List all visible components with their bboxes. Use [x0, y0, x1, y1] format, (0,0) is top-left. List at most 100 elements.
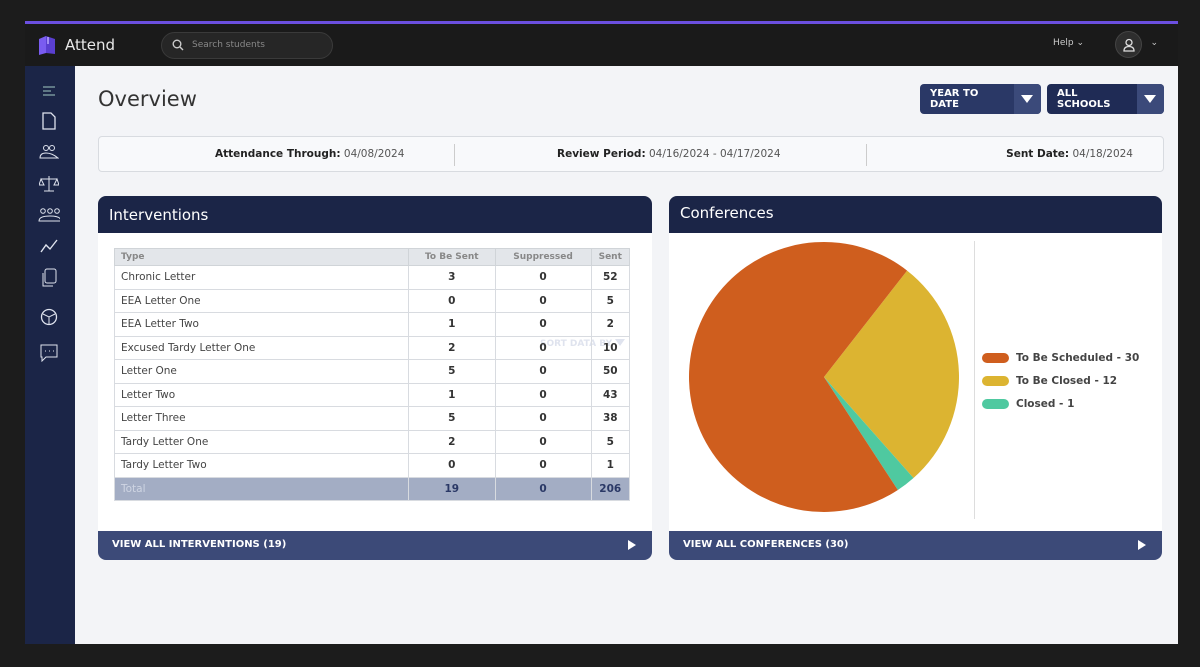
table-cell: 0 [494, 312, 592, 337]
caret-down-icon [1136, 84, 1164, 114]
table-cell: 0 [408, 453, 496, 478]
sent-date: Sent Date: 04/18/2024 [1006, 148, 1133, 160]
chart-legend: To Be Scheduled - 30 To Be Closed - 12 Clo… [982, 346, 1139, 415]
table-cell: 38 [590, 406, 630, 431]
copy-icon[interactable] [38, 267, 60, 289]
table-row: Letter Three 5 0 38 [114, 406, 630, 431]
table-cell: Tardy Letter Two [114, 453, 409, 478]
search-icon [172, 39, 184, 51]
table-cell: 1 [590, 453, 630, 478]
info-bar: Attendance Through: 04/08/2024 Review Pe… [98, 136, 1164, 172]
legend-swatch [982, 375, 1009, 386]
document-icon[interactable] [38, 110, 60, 132]
table-row: EEA Letter One 0 0 5 [114, 288, 630, 313]
conferences-pie-chart [689, 242, 959, 512]
user-icon [1122, 38, 1135, 52]
total-cell: 19 [408, 476, 496, 501]
interventions-header: Interventions SORT DATA BY [98, 196, 652, 349]
chat-icon[interactable] [38, 342, 60, 364]
table-row: Letter Two 1 0 43 [114, 382, 630, 407]
panel-title: Conferences [680, 204, 774, 222]
table-cell: 1 [408, 382, 496, 407]
table-cell: 10 [590, 335, 630, 360]
table-cell: Chronic Letter [114, 265, 409, 290]
help-menu[interactable]: Help ⌄ [1053, 38, 1084, 48]
table-cell: 43 [590, 382, 630, 407]
table-cell: 2 [408, 335, 496, 360]
table-cell: 0 [494, 406, 592, 431]
group-icon[interactable] [38, 204, 60, 226]
table-row: Tardy Letter Two 0 0 1 [114, 453, 630, 478]
chart-line-icon[interactable] [38, 235, 60, 257]
app-name: Attend [65, 36, 116, 54]
table-row: Excused Tardy Letter One 2 0 10 [114, 335, 630, 360]
table-row: Chronic Letter 3 0 52 [114, 265, 630, 290]
sidebar [25, 66, 75, 644]
table-cell: 2 [590, 312, 630, 337]
table-row: Tardy Letter One 2 0 5 [114, 429, 630, 454]
total-cell: Total [114, 476, 409, 501]
table-cell: Excused Tardy Letter One [114, 335, 409, 360]
help-label: Help [1053, 38, 1074, 48]
app-window: Attend Search students Help ⌄ ⌄ Overview… [25, 21, 1178, 644]
table-row: EEA Letter Two 1 0 2 [114, 312, 630, 337]
table-cell: 0 [494, 382, 592, 407]
view-all-interventions-button[interactable]: VIEW ALL INTERVENTIONS (19) [98, 531, 652, 560]
table-cell: Tardy Letter One [114, 429, 409, 454]
interventions-table: Type To Be Sent Suppressed Sent Chronic Let… [114, 248, 630, 501]
conferences-header: Conferences [669, 196, 1162, 233]
table-cell: 0 [494, 335, 592, 360]
table-cell: 2 [408, 429, 496, 454]
table-cell: 5 [408, 359, 496, 384]
table-cell: 0 [494, 265, 592, 290]
search-input[interactable]: Search students [161, 31, 334, 59]
school-label: ALL SCHOOLS [1057, 88, 1111, 110]
period-dropdown[interactable]: YEAR TO DATE [920, 84, 1041, 114]
table-cell: 0 [408, 288, 496, 313]
table-cell: Letter Three [114, 406, 409, 431]
scale-icon[interactable] [38, 173, 60, 195]
legend-swatch [982, 398, 1009, 409]
legend-item[interactable]: To Be Scheduled - 30 [982, 346, 1139, 369]
attendance-through: Attendance Through: 04/08/2024 [215, 148, 405, 160]
chevron-down-icon[interactable]: ⌄ [1150, 38, 1158, 48]
view-all-conferences-button[interactable]: VIEW ALL CONFERENCES (30) [669, 531, 1162, 560]
table-cell: 0 [494, 453, 592, 478]
top-header: Attend Search students Help ⌄ ⌄ [25, 24, 1178, 66]
interventions-panel: Interventions SORT DATA BY Type To Be Sen… [98, 196, 652, 560]
total-cell: 206 [590, 476, 630, 501]
book-logo-icon [39, 36, 55, 55]
legend-item[interactable]: Closed - 1 [982, 392, 1139, 415]
panel-title: Interventions [109, 206, 209, 224]
column-header[interactable]: Type [114, 248, 409, 266]
legend-item[interactable]: To Be Closed - 12 [982, 369, 1139, 392]
globe-icon[interactable] [38, 306, 60, 328]
legend-label: To Be Scheduled - 30 [1016, 351, 1140, 364]
table-cell: 1 [408, 312, 496, 337]
app-logo[interactable]: Attend [37, 34, 115, 56]
menu-icon[interactable] [38, 80, 60, 102]
school-dropdown[interactable]: ALL SCHOOLS [1047, 84, 1164, 114]
period-label: YEAR TO DATE [930, 88, 979, 110]
legend-label: Closed - 1 [1016, 397, 1075, 410]
play-arrow-icon [1138, 540, 1146, 550]
legend-label: To Be Closed - 12 [1016, 374, 1118, 387]
table-cell: 5 [590, 429, 630, 454]
total-row: Total 19 0 206 [114, 476, 630, 501]
avatar[interactable] [1115, 31, 1142, 58]
conferences-panel: Conferences To Be Scheduled - 30 To Be Cl… [669, 196, 1162, 560]
table-cell: 50 [590, 359, 630, 384]
table-cell: 3 [408, 265, 496, 290]
search-placeholder: Search students [192, 40, 265, 50]
total-cell: 0 [494, 476, 592, 501]
table-cell: 0 [494, 288, 592, 313]
column-header[interactable]: Suppressed [494, 248, 592, 266]
table-cell: 5 [408, 406, 496, 431]
table-cell: Letter Two [114, 382, 409, 407]
column-header[interactable]: Sent [590, 248, 630, 266]
column-header[interactable]: To Be Sent [408, 248, 496, 266]
legend-swatch [982, 352, 1009, 363]
table-cell: EEA Letter One [114, 288, 409, 313]
table-cell: EEA Letter Two [114, 312, 409, 337]
users-icon[interactable] [38, 141, 60, 163]
